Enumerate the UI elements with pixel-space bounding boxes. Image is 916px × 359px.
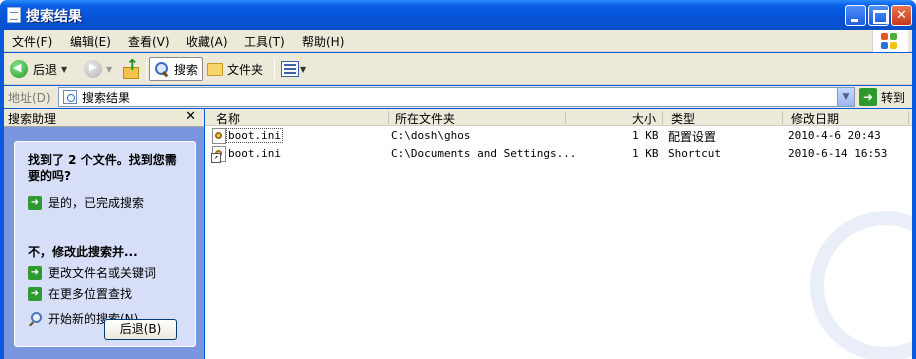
file-modified: 2010-6-14 16:53 — [788, 147, 888, 160]
option-change-label: 更改文件名或关键词 — [48, 266, 157, 280]
column-header-modified[interactable]: 修改日期 — [791, 110, 839, 127]
search-icon — [154, 61, 170, 77]
file-list: 名称 所在文件夹 大小 类型 修改日期 boot.ini C:\dosh\gho… — [205, 109, 912, 359]
search-results-icon — [63, 90, 77, 104]
file-type: Shortcut — [668, 147, 721, 160]
column-header-name[interactable]: 名称 — [216, 110, 240, 127]
views-icon — [281, 61, 299, 77]
green-arrow-icon: ➜ — [28, 195, 42, 210]
toolbar-separator — [274, 59, 275, 79]
title-bar[interactable]: 搜索结果 ✕ — [0, 0, 916, 30]
file-folder: C:\Documents and Settings... — [391, 147, 577, 160]
search-results-window-icon — [7, 7, 21, 23]
go-button[interactable]: ➜ 转到 — [859, 87, 905, 107]
file-type: 配置设置 — [668, 130, 717, 144]
window-title: 搜索结果 — [26, 9, 82, 25]
column-divider[interactable] — [782, 111, 783, 124]
file-folder: C:\dosh\ghos — [391, 129, 471, 142]
toolbar-separator — [146, 59, 147, 79]
up-folder-icon — [122, 56, 140, 79]
option-change-name[interactable]: ➜ 更改文件名或关键词 — [28, 264, 156, 281]
option-yes-done[interactable]: ➜ 是的，已完成搜索 — [28, 194, 144, 211]
back-arrow-icon — [10, 60, 28, 78]
file-name[interactable]: boot.ini — [226, 128, 283, 143]
folders-button[interactable]: 文件夹 — [207, 57, 263, 81]
forward-button[interactable]: ▼ — [84, 57, 112, 81]
column-header-folder[interactable]: 所在文件夹 — [395, 110, 455, 127]
column-header-size[interactable]: 大小 — [632, 110, 656, 127]
search-button[interactable]: 搜索 — [149, 57, 204, 81]
forward-arrow-icon — [84, 60, 102, 78]
back-label: 后退 — [33, 62, 58, 77]
search-assistant-pane: 搜索助理 ✕ 找到了 2 个文件。找到您需要的吗? ➜ 是的，已完成搜索 不，修… — [4, 109, 204, 359]
back-button[interactable]: 后退 ▼ — [10, 57, 67, 81]
column-divider[interactable] — [388, 111, 389, 124]
assistant-panel: 找到了 2 个文件。找到您需要的吗? ➜ 是的，已完成搜索 不，修改此搜索并..… — [14, 141, 196, 347]
views-button[interactable]: ▼ — [281, 57, 306, 81]
go-label: 转到 — [881, 90, 906, 105]
green-arrow-icon: ➜ — [28, 286, 42, 301]
table-row[interactable]: boot.ini C:\Documents and Settings... 1 … — [205, 145, 912, 163]
toolbar: 后退 ▼ ▼ 搜索 文件夹 ▼ — [4, 53, 912, 85]
option-more-locations[interactable]: ➜ 在更多位置查找 — [28, 285, 132, 302]
search-label: 搜索 — [174, 62, 199, 77]
menu-tools[interactable]: 工具(T) — [244, 33, 285, 50]
assistant-header: 搜索助理 ✕ — [4, 109, 204, 127]
assistant-title: 搜索助理 — [8, 112, 57, 126]
folders-label: 文件夹 — [227, 62, 264, 77]
close-button[interactable]: ✕ — [891, 5, 912, 26]
green-arrow-icon: ➜ — [28, 265, 42, 280]
column-header-row: 名称 所在文件夹 大小 类型 修改日期 — [205, 109, 912, 126]
shortcut-file-icon — [211, 146, 226, 163]
file-name[interactable]: boot.ini — [228, 147, 281, 160]
window-border-right — [912, 30, 916, 359]
refine-heading: 不，修改此搜索并... — [28, 245, 138, 259]
close-pane-icon[interactable]: ✕ — [185, 109, 196, 124]
address-input[interactable]: 搜索结果 ▼ — [58, 87, 855, 107]
go-arrow-icon: ➜ — [859, 88, 877, 106]
menu-file[interactable]: 文件(F) — [12, 33, 52, 50]
folder-icon — [207, 62, 223, 76]
assistant-back-button[interactable]: 后退(B) — [104, 319, 177, 340]
column-divider[interactable] — [662, 111, 663, 124]
up-folder-button[interactable] — [122, 56, 140, 81]
address-bar: 地址(D) 搜索结果 ▼ ➜ 转到 — [4, 86, 912, 108]
address-dropdown-icon[interactable]: ▼ — [837, 88, 854, 106]
menu-favorites[interactable]: 收藏(A) — [186, 33, 228, 50]
menu-edit[interactable]: 编辑(E) — [70, 33, 111, 50]
file-size: 1 KB — [632, 129, 659, 142]
results-question: 找到了 2 个文件。找到您需要的吗? — [28, 153, 177, 183]
search-icon — [28, 311, 42, 326]
menu-help[interactable]: 帮助(H) — [302, 33, 344, 50]
menu-view[interactable]: 查看(V) — [128, 33, 170, 50]
option-yes-label: 是的，已完成搜索 — [48, 196, 145, 210]
address-label: 地址(D) — [8, 91, 51, 105]
table-row[interactable]: boot.ini C:\dosh\ghos 1 KB 配置设置 2010-4-6… — [205, 127, 912, 145]
column-divider[interactable] — [908, 111, 909, 124]
windows-logo-icon — [872, 30, 908, 52]
explorer-window: 搜索结果 ✕ 文件(F) 编辑(E) 查看(V) 收藏(A) 工具(T) 帮助(… — [0, 0, 916, 359]
menu-bar: 文件(F) 编辑(E) 查看(V) 收藏(A) 工具(T) 帮助(H) — [4, 30, 912, 52]
column-divider[interactable] — [565, 111, 566, 124]
file-modified: 2010-4-6 20:43 — [788, 129, 881, 142]
minimize-button[interactable] — [845, 5, 866, 26]
magnifier-watermark-icon — [810, 211, 912, 359]
views-dropdown-icon: ▼ — [300, 64, 307, 74]
config-file-icon — [212, 128, 226, 144]
forward-dropdown-icon[interactable]: ▼ — [106, 65, 112, 74]
maximize-button[interactable] — [868, 5, 889, 26]
file-size: 1 KB — [632, 147, 659, 160]
column-header-type[interactable]: 类型 — [671, 110, 695, 127]
back-dropdown-icon[interactable]: ▼ — [61, 65, 67, 74]
option-more-label: 在更多位置查找 — [48, 287, 133, 301]
address-value: 搜索结果 — [82, 90, 131, 105]
